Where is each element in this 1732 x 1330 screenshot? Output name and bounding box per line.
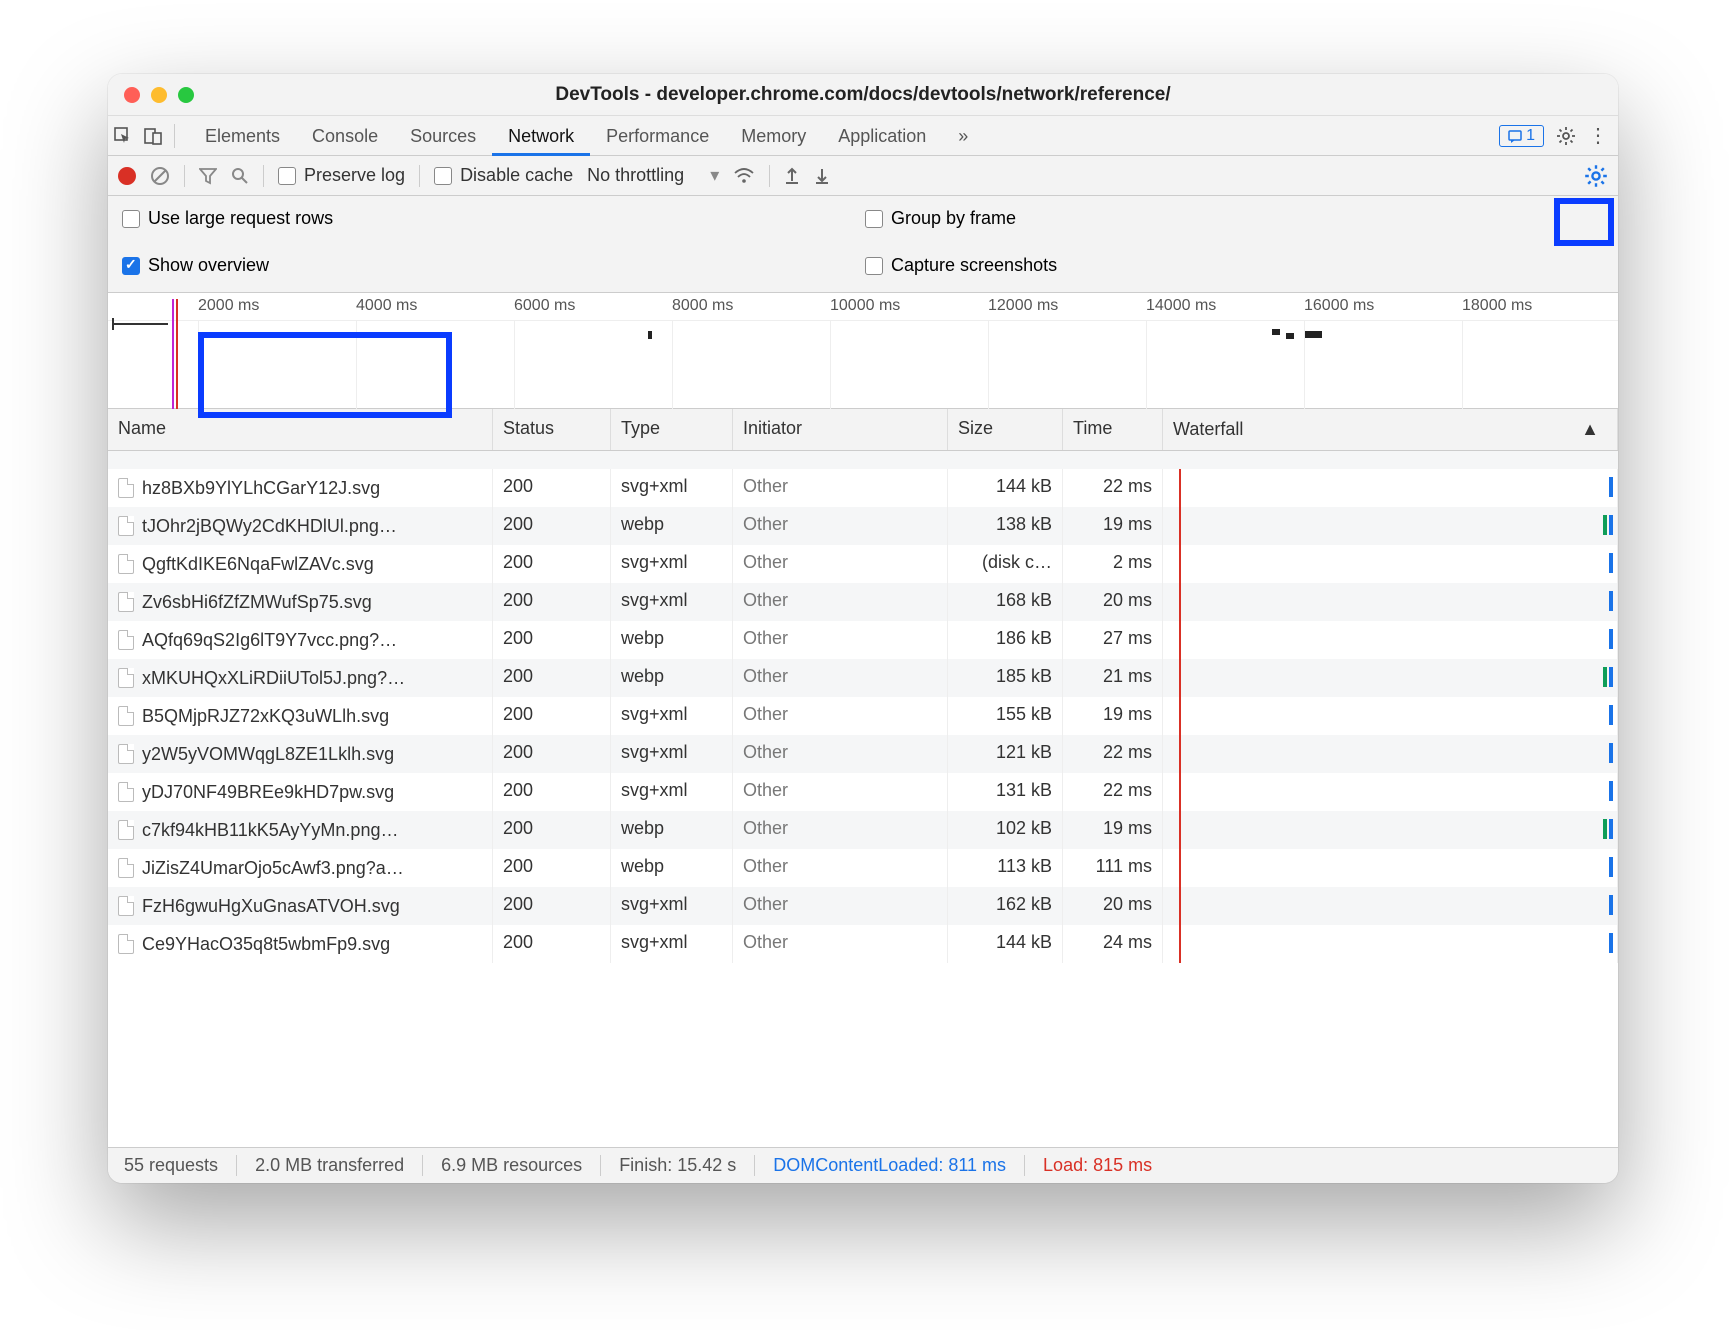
- file-icon: [118, 478, 134, 498]
- group-by-frame-checkbox[interactable]: Group by frame: [865, 208, 1604, 229]
- tabs-overflow[interactable]: »: [942, 116, 984, 156]
- device-toolbar-icon[interactable]: [138, 126, 168, 146]
- devtools-window: DevTools - developer.chrome.com/docs/dev…: [108, 74, 1618, 1183]
- record-button[interactable]: [118, 167, 136, 185]
- issues-count: 1: [1526, 127, 1535, 145]
- tab-application[interactable]: Application: [822, 116, 942, 156]
- table-row[interactable]: hz8BXb9YlYLhCGarY12J.svg200svg+xmlOther1…: [108, 469, 1618, 507]
- file-icon: [118, 820, 134, 840]
- file-icon: [118, 934, 134, 954]
- tab-elements[interactable]: Elements: [189, 116, 296, 156]
- table-headers: Name Status Type Initiator Size Time Wat…: [108, 409, 1618, 451]
- file-icon: [118, 630, 134, 650]
- table-row[interactable]: HasThu7GxWiipcoq-iASh.png…200webpOther12…: [108, 451, 1618, 469]
- tab-console[interactable]: Console: [296, 116, 394, 156]
- status-requests: 55 requests: [120, 1155, 237, 1176]
- search-icon[interactable]: [231, 167, 249, 185]
- disable-cache-checkbox[interactable]: Disable cache: [434, 165, 573, 186]
- titlebar: DevTools - developer.chrome.com/docs/dev…: [108, 74, 1618, 116]
- window-title: DevTools - developer.chrome.com/docs/dev…: [108, 84, 1618, 106]
- network-options: Use large request rows Group by frame Sh…: [108, 196, 1618, 293]
- table-row[interactable]: Ce9YHacO35q8t5wbmFp9.svg200svg+xmlOther1…: [108, 925, 1618, 963]
- file-icon: [118, 858, 134, 878]
- timeline-label: 14000 ms: [1146, 297, 1216, 315]
- col-type[interactable]: Type: [611, 409, 733, 450]
- col-status[interactable]: Status: [493, 409, 611, 450]
- network-toolbar: Preserve log Disable cache No throttling…: [108, 156, 1618, 196]
- table-row[interactable]: FzH6gwuHgXuGnasATVOH.svg200svg+xmlOther1…: [108, 887, 1618, 925]
- panel-tabs: Elements Console Sources Network Perform…: [108, 116, 1618, 156]
- file-icon: [118, 706, 134, 726]
- wifi-icon[interactable]: [733, 167, 755, 185]
- file-icon: [118, 554, 134, 574]
- close-window-button[interactable]: [124, 87, 140, 103]
- status-resources: 6.9 MB resources: [423, 1155, 601, 1176]
- timeline-label: 6000 ms: [514, 297, 575, 315]
- tab-network[interactable]: Network: [492, 116, 590, 156]
- col-name[interactable]: Name: [108, 409, 493, 450]
- table-row[interactable]: AQfq69qS2Ig6lT9Y7vcc.png?…200webpOther18…: [108, 621, 1618, 659]
- col-initiator[interactable]: Initiator: [733, 409, 948, 450]
- file-icon: [118, 782, 134, 802]
- table-row[interactable]: y2W5yVOMWqgL8ZE1Lklh.svg200svg+xmlOther1…: [108, 735, 1618, 773]
- file-icon: [118, 668, 134, 688]
- network-settings-gear-icon[interactable]: [1584, 164, 1608, 188]
- timeline-label: 10000 ms: [830, 297, 900, 315]
- issues-badge[interactable]: 1: [1499, 125, 1544, 147]
- timeline-label: 2000 ms: [198, 297, 259, 315]
- sort-indicator-icon: ▲: [1581, 419, 1599, 440]
- table-row[interactable]: yDJ70NF49BREe9kHD7pw.svg200svg+xmlOther1…: [108, 773, 1618, 811]
- status-bar: 55 requests 2.0 MB transferred 6.9 MB re…: [108, 1147, 1618, 1183]
- inspect-icon[interactable]: [108, 126, 138, 146]
- upload-har-icon[interactable]: [784, 167, 800, 185]
- file-icon: [118, 896, 134, 916]
- col-time[interactable]: Time: [1063, 409, 1163, 450]
- file-icon: [118, 592, 134, 612]
- timeline-label: 18000 ms: [1462, 297, 1532, 315]
- timeline-label: 16000 ms: [1304, 297, 1374, 315]
- table-row[interactable]: Zv6sbHi6fZfZMWufSp75.svg200svg+xmlOther1…: [108, 583, 1618, 621]
- file-icon: [118, 516, 134, 536]
- show-overview-checkbox[interactable]: Show overview: [122, 255, 861, 276]
- filter-icon[interactable]: [199, 167, 217, 185]
- table-row[interactable]: JiZisZ4UmarOjo5cAwf3.png?a…200webpOther1…: [108, 849, 1618, 887]
- tab-performance[interactable]: Performance: [590, 116, 725, 156]
- kebab-menu-icon[interactable]: ⋮: [1588, 123, 1608, 148]
- col-size[interactable]: Size: [948, 409, 1063, 450]
- tab-sources[interactable]: Sources: [394, 116, 492, 156]
- tab-memory[interactable]: Memory: [725, 116, 822, 156]
- col-waterfall[interactable]: Waterfall▲: [1163, 409, 1618, 450]
- maximize-window-button[interactable]: [178, 87, 194, 103]
- status-domcontentloaded: DOMContentLoaded: 811 ms: [755, 1155, 1025, 1176]
- table-row[interactable]: xMKUHQxXLiRDiiUTol5J.png?…200webpOther18…: [108, 659, 1618, 697]
- status-finish: Finish: 15.42 s: [601, 1155, 755, 1176]
- table-row[interactable]: c7kf94kHB11kK5AyYyMn.png…200webpOther102…: [108, 811, 1618, 849]
- file-icon: [118, 744, 134, 764]
- request-table: HasThu7GxWiipcoq-iASh.png…200webpOther12…: [108, 451, 1618, 1147]
- overview-timeline[interactable]: 2000 ms 4000 ms 6000 ms 8000 ms 10000 ms 1200…: [108, 293, 1618, 409]
- clear-icon[interactable]: [150, 166, 170, 186]
- capture-screenshots-checkbox[interactable]: Capture screenshots: [865, 255, 1604, 276]
- settings-gear-icon[interactable]: [1556, 126, 1576, 146]
- download-har-icon[interactable]: [814, 167, 830, 185]
- minimize-window-button[interactable]: [151, 87, 167, 103]
- timeline-label: 4000 ms: [356, 297, 417, 315]
- status-load: Load: 815 ms: [1025, 1155, 1170, 1176]
- table-row[interactable]: tJOhr2jBQWy2CdKHDlUl.png…200webpOther138…: [108, 507, 1618, 545]
- preserve-log-checkbox[interactable]: Preserve log: [278, 165, 405, 186]
- table-row[interactable]: B5QMjpRJZ72xKQ3uWLlh.svg200svg+xmlOther1…: [108, 697, 1618, 735]
- large-rows-checkbox[interactable]: Use large request rows: [122, 208, 861, 229]
- timeline-label: 12000 ms: [988, 297, 1058, 315]
- status-transferred: 2.0 MB transferred: [237, 1155, 423, 1176]
- table-row[interactable]: QgftKdIKE6NqaFwlZAVc.svg200svg+xmlOther(…: [108, 545, 1618, 583]
- timeline-label: 8000 ms: [672, 297, 733, 315]
- throttling-select[interactable]: No throttling▾: [587, 165, 719, 186]
